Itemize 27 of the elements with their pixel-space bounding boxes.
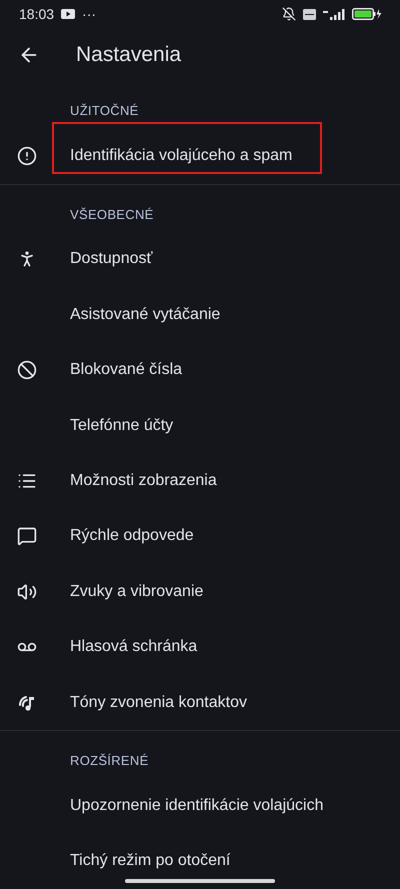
more-notifications: ··· bbox=[82, 6, 96, 22]
settings-item[interactable]: Hlasová schránka bbox=[70, 638, 198, 656]
signal-icon bbox=[323, 8, 345, 20]
settings-item[interactable]: Zvuky a vibrovanie bbox=[70, 582, 204, 601]
block-icon bbox=[17, 360, 37, 380]
section-heading: VŠEOBECNÉ bbox=[70, 206, 154, 222]
status-time: 18:03 bbox=[19, 6, 54, 22]
speaker-icon bbox=[17, 582, 37, 602]
section-heading: UŽITOČNÉ bbox=[70, 103, 139, 118]
settings-item[interactable]: Telefónne účty bbox=[70, 416, 174, 435]
settings-item[interactable]: Asistované vytáčanie bbox=[70, 306, 220, 324]
settings-item[interactable]: Tóny zvonenia kontaktov bbox=[70, 694, 247, 712]
settings-item[interactable]: Blokované čísla bbox=[70, 361, 182, 380]
settings-item[interactable]: Dostupnosť bbox=[70, 250, 152, 268]
settings-item[interactable]: Rýchle odpovede bbox=[70, 527, 194, 546]
page-title: Nastavenia bbox=[76, 43, 182, 68]
volte-icon bbox=[303, 8, 316, 20]
settings-item[interactable]: Identifikácia volajúceho a spam bbox=[70, 147, 292, 165]
message-icon bbox=[17, 526, 37, 546]
alert-icon bbox=[17, 146, 37, 166]
settings-item[interactable]: Tichý režim po otočení bbox=[70, 852, 230, 870]
settings-item[interactable]: Možnosti zobrazenia bbox=[70, 472, 217, 490]
muted-bell-icon bbox=[282, 7, 296, 22]
video-app-icon bbox=[61, 9, 76, 20]
battery-charging-icon bbox=[352, 8, 382, 20]
settings-item[interactable]: Upozornenie identifikácie volajúcich bbox=[70, 796, 324, 815]
section-heading: ROZŠÍRENÉ bbox=[70, 753, 149, 768]
